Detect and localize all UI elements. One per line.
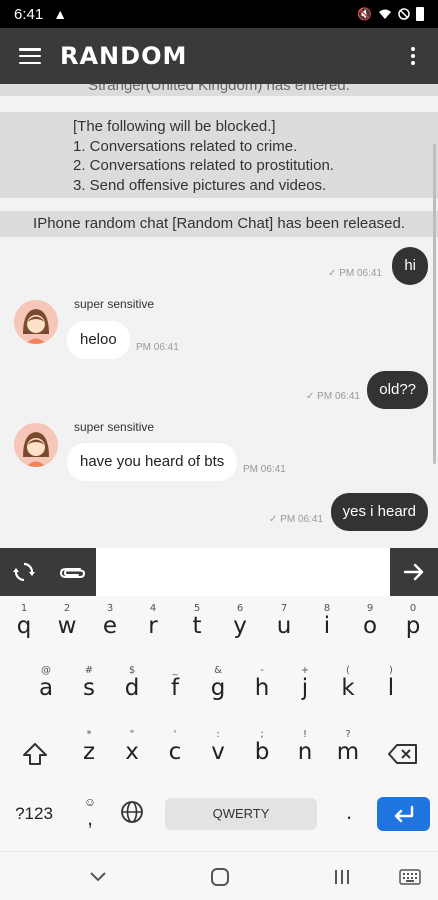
sender-name: super sensitive (74, 420, 155, 434)
send-button[interactable] (390, 548, 438, 596)
key-i[interactable]: 8i (307, 598, 347, 646)
backspace-icon (388, 744, 417, 764)
backspace-key[interactable] (381, 734, 425, 774)
key-b[interactable]: ; b (242, 724, 282, 772)
rule-line: 3. Send offensive pictures and videos. (73, 176, 327, 194)
key-f[interactable]: _ f (155, 660, 195, 708)
refresh-button[interactable] (0, 548, 48, 596)
home-icon (211, 867, 229, 886)
status-time: 6:41 (14, 5, 44, 23)
key-j[interactable]: + j (285, 660, 325, 708)
keyboard-icon (399, 868, 421, 885)
system-message-rules: [The following will be blocked.] 1. Conv… (0, 112, 438, 198)
key-k[interactable]: (k (328, 660, 368, 708)
key-z[interactable]: * z (69, 724, 109, 772)
mute-icon: 🔇 (357, 7, 372, 21)
enter-key[interactable] (377, 797, 430, 831)
shift-icon (23, 743, 47, 765)
period-key[interactable]: . (334, 794, 364, 830)
refresh-icon (13, 562, 35, 582)
key-s[interactable]: # s (69, 660, 109, 708)
comma-key[interactable]: ☺ , (74, 792, 106, 832)
key-q[interactable]: 1q (4, 598, 44, 646)
status-bar: 6:41 ▲ 🔇 (0, 0, 438, 28)
status-icons: 🔇 (357, 7, 424, 21)
message-input-bar (0, 548, 438, 596)
globe-icon (121, 801, 143, 823)
message-timestamp: PM 06:41 (243, 464, 286, 475)
chevron-down-icon (90, 871, 106, 881)
message-timestamp: PM 06:41 (136, 342, 179, 353)
key-x[interactable]: " x (112, 724, 152, 772)
avatar[interactable] (14, 300, 58, 344)
rule-line: 1. Conversations related to crime. (73, 137, 298, 155)
avatar[interactable] (14, 423, 58, 467)
key-v[interactable]: :v (198, 724, 238, 772)
rule-line: [The following will be blocked.] (73, 118, 276, 135)
key-m[interactable]: ? m (328, 724, 368, 772)
hamburger-menu-icon (19, 48, 41, 64)
outgoing-message[interactable]: yes i heard (330, 493, 428, 531)
soft-keyboard: 1q 2w 3e 4r 5t 6y 7u 8i 9o 0p @ a # s $ d _… (0, 596, 438, 851)
recents-button[interactable] (312, 852, 372, 900)
key-e[interactable]: 3e (90, 598, 130, 646)
key-h[interactable]: -h (242, 660, 282, 708)
more-vert-icon[interactable] (388, 28, 438, 84)
sender-name: super sensitive (74, 297, 155, 311)
message-input[interactable] (96, 548, 390, 596)
key-y[interactable]: 6y (220, 598, 260, 646)
message-timestamp: ✓ PM 06:41 (269, 514, 323, 525)
message-timestamp: ✓ PM 06:41 (328, 268, 382, 279)
key-c[interactable]: ' c (155, 724, 195, 772)
outgoing-message[interactable]: hi (392, 247, 428, 285)
menu-button[interactable] (0, 28, 60, 84)
key-g[interactable]: & g (198, 660, 238, 708)
key-l[interactable]: ) l (371, 660, 411, 708)
incoming-message[interactable]: heloo (67, 321, 130, 359)
outgoing-message[interactable]: old?? (367, 371, 428, 409)
battery-icon (416, 7, 424, 21)
attach-button[interactable] (48, 548, 96, 596)
shift-key[interactable] (14, 734, 56, 774)
do-not-disturb-icon (398, 8, 410, 20)
recents-icon (335, 869, 349, 884)
key-r[interactable]: 4r (133, 598, 173, 646)
space-key[interactable]: QWERTY (165, 798, 317, 830)
system-message-announcement: IPhone random chat [Random Chat] has bee… (0, 211, 438, 237)
key-o[interactable]: 9o (350, 598, 390, 646)
navigation-bar (0, 851, 438, 900)
warning-icon: ▲ (53, 6, 68, 22)
rule-line: 2. Conversations related to prostitution… (73, 157, 334, 174)
language-key[interactable] (114, 794, 150, 830)
hide-keyboard-button[interactable] (68, 852, 128, 900)
app-title: RANDOM (60, 42, 188, 70)
key-p[interactable]: 0p (393, 598, 433, 646)
home-button[interactable] (190, 852, 250, 900)
key-a[interactable]: @ a (26, 660, 66, 708)
key-w[interactable]: 2w (47, 598, 87, 646)
keyboard-switch-button[interactable] (380, 852, 438, 900)
enter-icon (394, 805, 413, 823)
wifi-icon (379, 9, 391, 19)
key-n[interactable]: ! n (285, 724, 325, 772)
system-message-entered: Stranger(United Kingdom) has entered. (0, 84, 438, 96)
message-timestamp: ✓ PM 06:41 (306, 391, 360, 402)
key-d[interactable]: $ d (112, 660, 152, 708)
key-t[interactable]: 5t (177, 598, 217, 646)
scrollbar[interactable] (433, 144, 436, 464)
incoming-message[interactable]: have you heard of bts (67, 443, 238, 481)
symbols-key[interactable]: ?123 (6, 796, 62, 832)
arrow-right-icon (403, 563, 424, 581)
app-bar: RANDOM (0, 28, 438, 84)
chat-area[interactable]: Stranger(United Kingdom) has entered. [T… (0, 84, 438, 548)
paperclip-icon (59, 568, 86, 578)
key-u[interactable]: 7u (264, 598, 304, 646)
